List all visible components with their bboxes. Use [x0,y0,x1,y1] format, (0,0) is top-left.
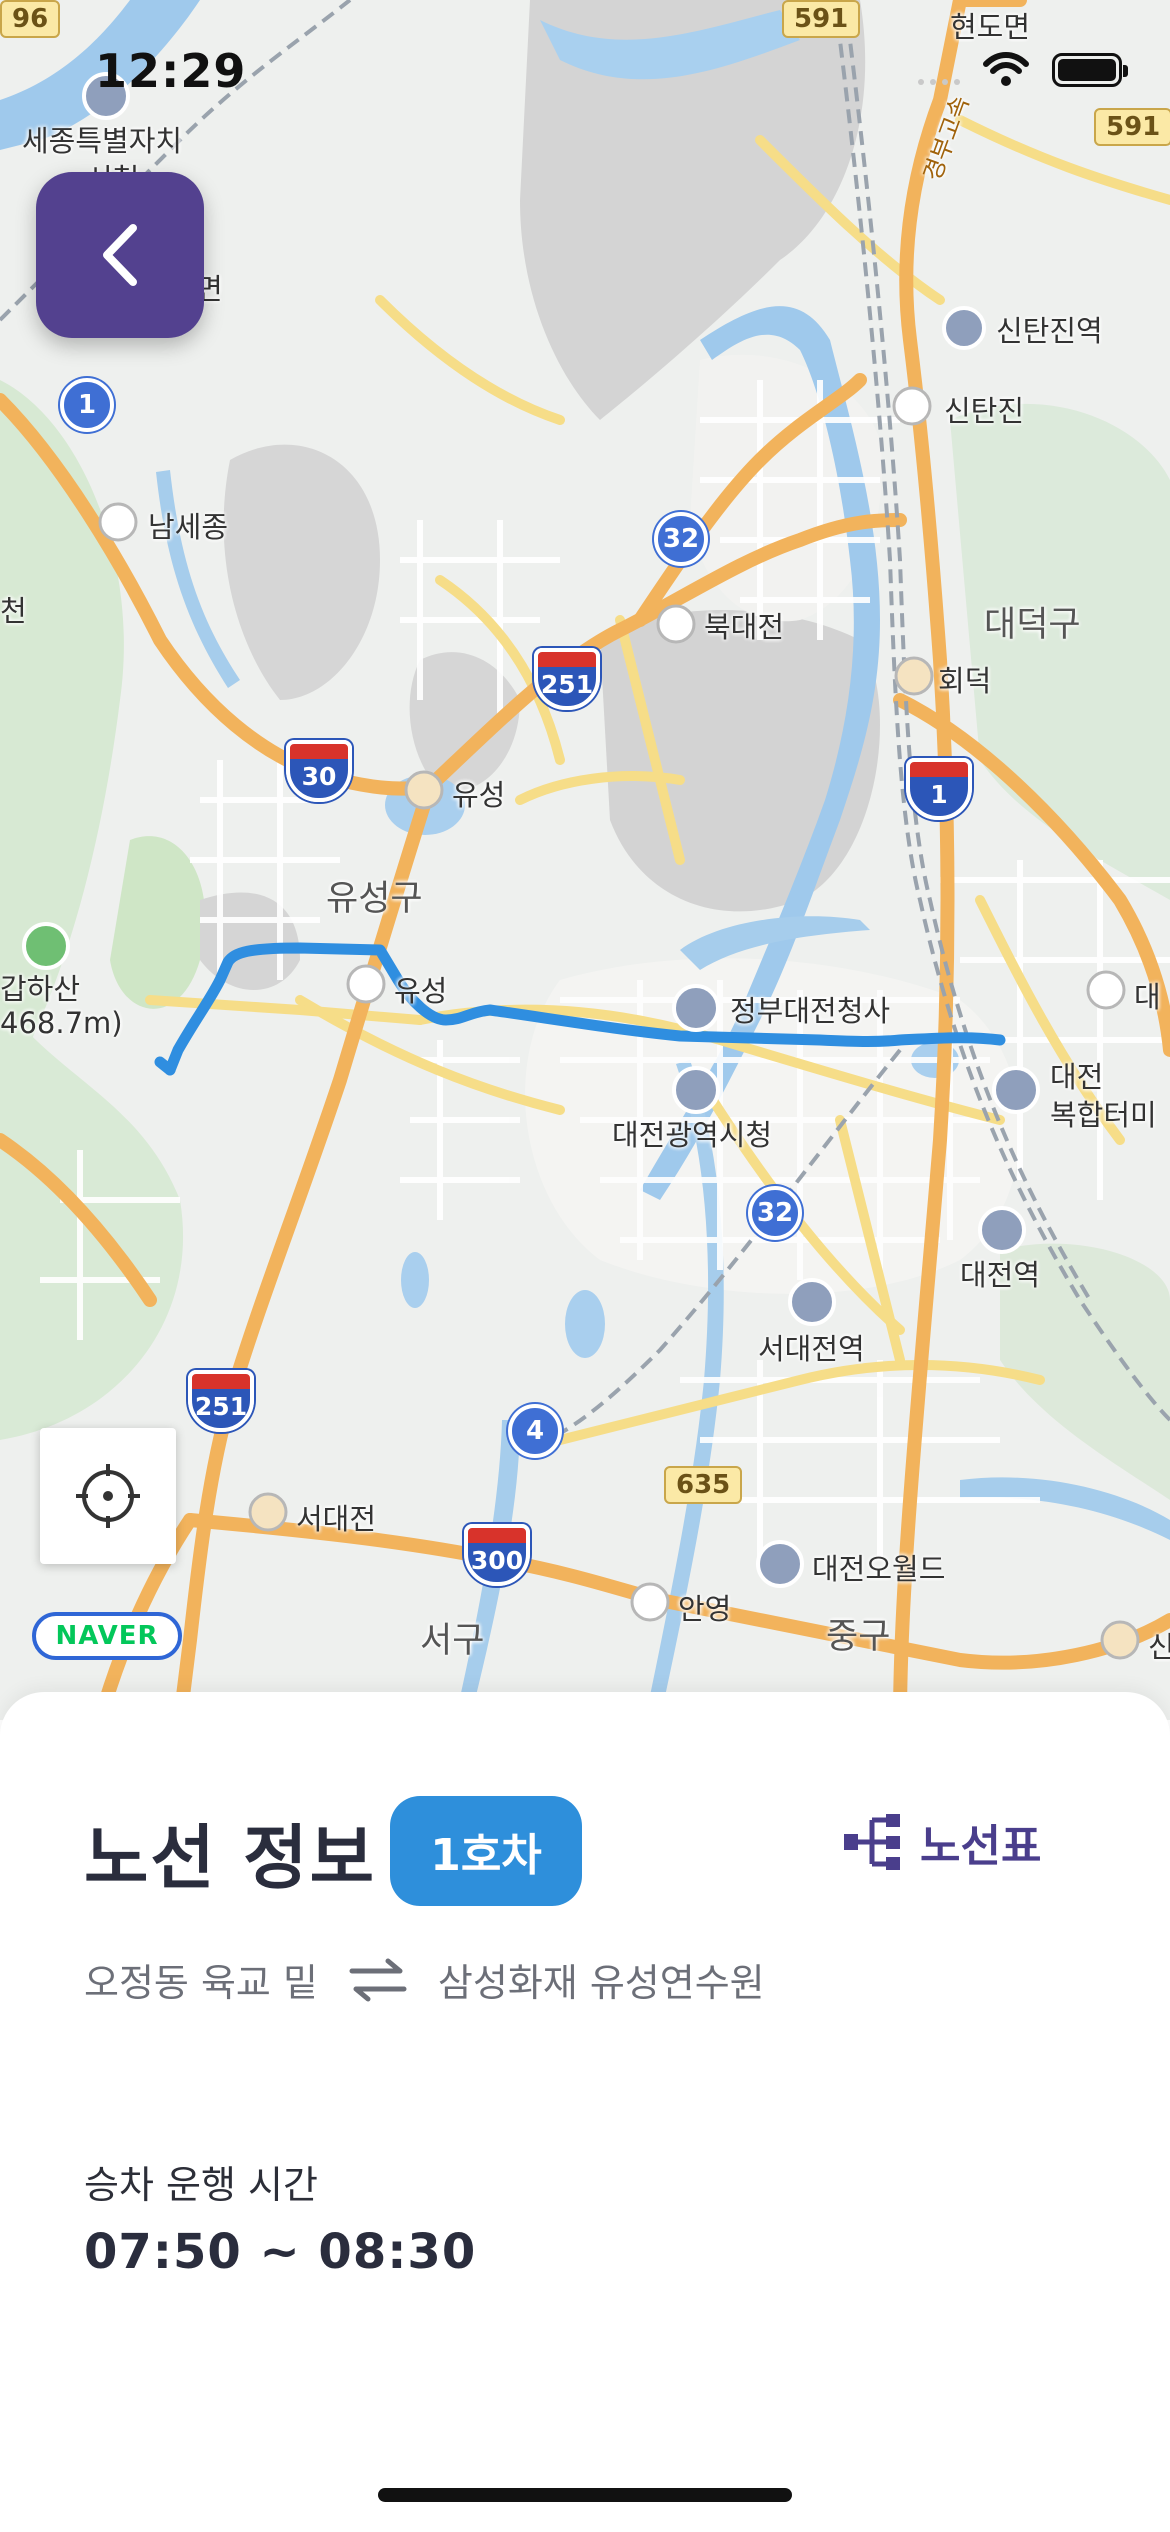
route-map-label: 노선표 [920,1821,1042,1872]
map-label-city-hall: 대전광역시청 [612,1118,773,1152]
route-map-button[interactable]: 노선표 [842,1810,1041,1874]
sheet-title: 노선 정보 [84,1817,376,1899]
map-label-gapha-mountain: 갑하산 [0,972,81,1006]
road-shield-route-32-top: 32 [654,512,708,566]
map-label-seodaejeon-jc: 서대전 [296,1502,377,1536]
road-shield-route-1-left: 1 [60,378,114,432]
map-label-yuseong-ic: 유성 [394,974,448,1008]
battery-icon [1052,53,1128,87]
naver-logo: NAVER [32,1612,182,1660]
car-number-badge: 1호차 [390,1796,582,1906]
map-label-sintanjin-ic: 신탄진 [944,394,1025,428]
cellular-signal-icon [918,55,960,85]
route-endpoints: 오정동 육교 밑 삼성화재 유성연수원 [84,1952,765,2007]
road-shield-route-635: 635 [664,1466,743,1504]
map-label-sintanjin-station: 신탄진역 [996,314,1103,348]
map-label-daejeon-station: 대전역 [960,1258,1041,1292]
route-info-sheet: 노선 정보 1호차 노선표 오정동 육교 밑 삼성화재 유성연수원 승차 운행 … [0,1692,1170,2532]
home-indicator [378,2488,792,2502]
boarding-time-value: 07:50 ~ 08:30 [84,2224,477,2280]
map-label-seo-gu: 서구 [420,1621,485,1661]
current-location-button[interactable] [40,1428,176,1564]
road-shield-route-251-top: 251 [534,648,600,710]
map-label-namsejong: 남세종 [148,510,229,544]
map-label-seodaejeon-station: 서대전역 [758,1332,865,1366]
road-shield-route-1-right: 1 [906,758,972,820]
map-label-bukdaejeon: 북대전 [704,610,785,644]
map-label-cheon: 천 [0,594,27,628]
chevron-left-icon [103,224,137,286]
map-label-yuseong-gu: 유성구 [326,879,423,919]
status-icons [918,52,1128,88]
status-bar: 12:29 [0,0,1170,140]
map-label-daejeon-east: 대 [1134,980,1161,1014]
road-shield-route-4: 4 [508,1404,562,1458]
road-shield-route-251-bottom: 251 [188,1370,254,1432]
map-label-sin-jc: 신 [1148,1630,1170,1664]
road-shield-route-300: 300 [464,1524,530,1586]
map-label-gapha-height: 468.7m) [0,1006,123,1040]
status-time: 12:29 [95,44,247,98]
road-shield-route-30: 30 [286,740,352,802]
swap-arrows-icon [349,1958,407,2001]
map-label-anyeong: 안영 [678,1592,732,1626]
map-label-daejeon-terminal-2: 복합터미 [1050,1098,1157,1132]
map-label-daejeon-terminal: 대전 [1050,1060,1104,1094]
map-label-daedeok-gu: 대덕구 [984,605,1081,645]
road-shield-route-32-mid: 32 [748,1186,802,1240]
route-origin: 오정동 육교 밑 [84,1961,318,2005]
route-tree-icon [844,1814,900,1870]
route-destination: 삼성화재 유성연수원 [437,1961,765,2005]
boarding-time-label: 승차 운행 시간 [84,2163,318,2207]
crosshair-icon [76,1464,140,1528]
map-view[interactable]: 96591591132251301322514635300 세종특별자치시청현도… [0,0,1170,1720]
back-button[interactable] [36,172,204,338]
wifi-icon [983,52,1029,86]
map-label-yuseong-jc: 유성 [452,778,506,812]
map-label-hoedeok: 회덕 [938,664,992,698]
map-label-govt-complex: 정부대전청사 [730,994,891,1028]
map-label-jung-gu: 중구 [826,1617,891,1657]
map-label-oworld: 대전오월드 [812,1552,946,1586]
